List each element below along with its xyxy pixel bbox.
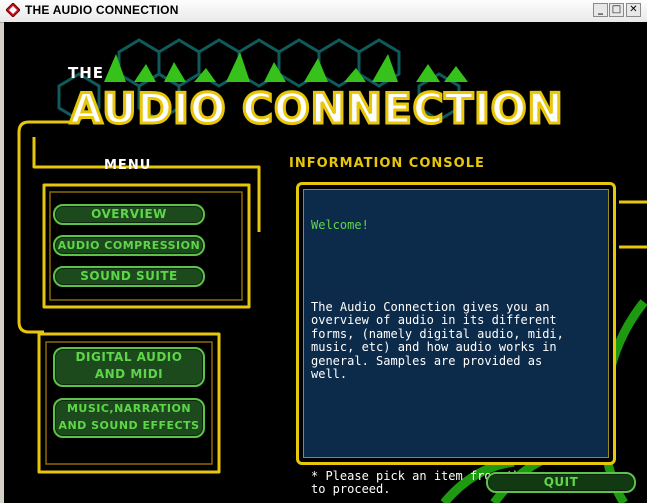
- console-heading: INFORMATION CONSOLE: [289, 156, 485, 171]
- menu-heading: MENU: [104, 158, 152, 173]
- console-body: The Audio Connection gives you an overvi…: [311, 299, 564, 381]
- menu-sound-suite-button[interactable]: SOUND SUITE: [53, 266, 205, 287]
- menu-overview-button[interactable]: OVERVIEW: [53, 204, 205, 225]
- maximize-button[interactable]: □: [609, 3, 624, 17]
- menu-music-narration-button[interactable]: MUSIC,NARRATION AND SOUND EFFECTS: [53, 398, 205, 438]
- quit-label: QUIT: [543, 475, 579, 489]
- menu-digital-audio-button[interactable]: DIGITAL AUDIO AND MIDI: [53, 347, 205, 387]
- app-window: THE AUDIO CONNECTION _ □ ✕ THE AUDIO CON…: [0, 0, 647, 503]
- window-title: THE AUDIO CONNECTION: [25, 3, 179, 17]
- menu-audio-compression-label: AUDIO COMPRESSION: [57, 239, 201, 252]
- quit-button[interactable]: QUIT: [486, 472, 636, 493]
- console-text: Welcome! The Audio Connection gives you …: [311, 192, 601, 503]
- menu-digital-audio-line2: AND MIDI: [94, 367, 164, 381]
- menu-digital-audio-line1: DIGITAL AUDIO: [75, 350, 183, 364]
- title-bar[interactable]: THE AUDIO CONNECTION _ □ ✕: [0, 0, 647, 23]
- menu-overview-label: OVERVIEW: [91, 207, 167, 221]
- logo-title: AUDIO CONNECTION: [69, 83, 565, 135]
- console-welcome: Welcome!: [311, 218, 369, 232]
- app-stage: THE AUDIO CONNECTION MENU INFORMATION CO…: [4, 22, 647, 503]
- menu-sound-suite-label: SOUND SUITE: [80, 269, 178, 283]
- close-button[interactable]: ✕: [626, 3, 641, 17]
- menu-music-narration-line2: AND SOUND EFFECTS: [58, 419, 200, 432]
- menu-music-narration-line1: MUSIC,NARRATION: [66, 402, 192, 415]
- menu-audio-compression-button[interactable]: AUDIO COMPRESSION: [53, 235, 205, 256]
- app-icon: [6, 3, 20, 17]
- logo-the: THE: [68, 64, 105, 82]
- minimize-button[interactable]: _: [593, 3, 608, 17]
